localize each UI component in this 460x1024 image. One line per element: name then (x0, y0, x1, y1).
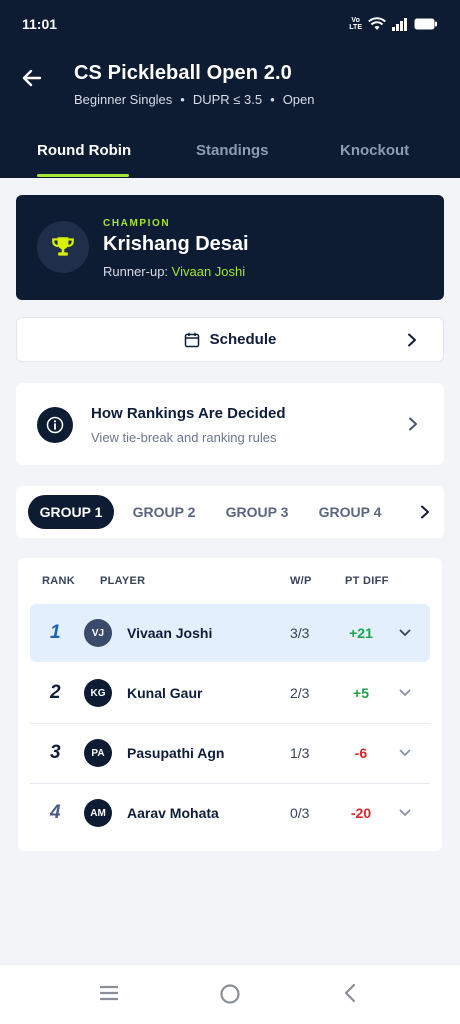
player-name: Vivaan Joshi (127, 625, 213, 641)
trophy-icon (52, 237, 74, 256)
champion-name: Krishang Desai (103, 233, 249, 255)
column-header-rank: RANK (42, 575, 75, 587)
calendar-icon (184, 332, 199, 347)
win-played: 3/3 (290, 625, 310, 641)
group-selector: GROUP 1 GROUP 2 GROUP 3 GROUP 4 (16, 486, 444, 538)
tournament-title: CS Pickleball Open 2.0 (74, 62, 292, 84)
champion-label: CHAMPION (103, 218, 171, 229)
status-icons: Vo LTE (349, 17, 438, 31)
champion-card: CHAMPION Krishang Desai Runner-up: Vivaa… (16, 195, 444, 300)
point-diff: -20 (350, 805, 372, 821)
row-divider (30, 723, 430, 724)
menu-icon[interactable] (99, 983, 119, 1003)
tab-standings[interactable]: Standings (196, 142, 269, 159)
runner-up: Runner-up: Vivaan Joshi (103, 264, 245, 279)
point-diff: +5 (353, 685, 369, 701)
group-tab-1[interactable]: GROUP 1 (28, 495, 114, 529)
table-row[interactable]: 3 PA Pasupathi Agn 1/3 -6 (30, 723, 430, 782)
rank-number: 2 (50, 682, 61, 703)
player-name: Aarav Mohata (127, 805, 219, 821)
home-circle-icon[interactable] (219, 983, 241, 1005)
title-bar: CS Pickleball Open 2.0 Beginner Singles •… (0, 60, 460, 112)
scroll-right-chevron-icon[interactable] (420, 505, 430, 519)
status-text: Open (282, 92, 315, 107)
point-diff: +21 (349, 625, 373, 641)
chevron-right-icon (408, 333, 416, 346)
runner-up-name: Vivaan Joshi (171, 264, 246, 279)
avatar: VJ (84, 619, 112, 647)
group-tab-2[interactable]: GROUP 2 (127, 495, 201, 529)
chevron-down-icon[interactable] (399, 749, 411, 757)
schedule-button[interactable]: Schedule (16, 317, 444, 362)
rankings-title: How Rankings Are Decided (91, 405, 286, 422)
wifi-icon (368, 17, 386, 30)
tab-bar: Round Robin Standings Knockout (0, 136, 460, 178)
group-tab-4[interactable]: GROUP 4 (313, 495, 387, 529)
column-header-player: PLAYER (100, 575, 146, 587)
standings-table: RANK PLAYER W/P PT DIFF 1 VJ Vivaan Josh… (18, 558, 442, 851)
tab-knockout[interactable]: Knockout (340, 142, 409, 159)
category-text: Beginner Singles (74, 92, 173, 107)
chevron-down-icon[interactable] (399, 629, 411, 637)
win-played: 2/3 (290, 685, 310, 701)
status-bar: 11:01 Vo LTE (0, 0, 460, 48)
avatar: PA (84, 739, 112, 767)
avatar: AM (84, 799, 112, 827)
rank-number: 4 (50, 802, 61, 823)
group-tab-3[interactable]: GROUP 3 (220, 495, 294, 529)
chevron-down-icon[interactable] (399, 689, 411, 697)
network-icon: Vo LTE (349, 17, 362, 31)
back-chevron-icon[interactable] (342, 983, 358, 1003)
system-nav-bar (0, 964, 460, 1024)
trophy-badge (37, 221, 89, 273)
rankings-info-card[interactable]: How Rankings Are Decided View tie-break … (16, 383, 444, 465)
schedule-label: Schedule (209, 331, 277, 348)
table-row[interactable]: 2 KG Kunal Gaur 2/3 +5 (30, 664, 430, 722)
rank-number: 3 (50, 742, 61, 763)
chevron-right-icon (409, 417, 417, 431)
info-icon (46, 416, 64, 434)
rating-text: DUPR ≤ 3.5 (192, 92, 263, 107)
app-header: 11:01 Vo LTE CS Pickleball Open 2.0 Begin… (0, 0, 460, 178)
tab-round-robin[interactable]: Round Robin (37, 142, 131, 159)
status-time: 11:01 (22, 16, 58, 32)
runner-up-label: Runner-up: (103, 264, 169, 279)
active-tab-indicator (37, 174, 129, 177)
player-name: Pasupathi Agn (127, 745, 225, 761)
battery-icon (414, 18, 437, 30)
player-name: Kunal Gaur (127, 685, 203, 701)
avatar: KG (84, 679, 112, 707)
win-played: 1/3 (290, 745, 310, 761)
signal-icon (392, 17, 407, 31)
column-header-wp: W/P (290, 575, 312, 587)
column-header-pt-diff: PT DIFF (345, 575, 389, 587)
table-row[interactable]: 4 AM Aarav Mohata 0/3 -20 (30, 783, 430, 842)
table-row[interactable]: 1 VJ Vivaan Joshi 3/3 +21 (30, 604, 430, 662)
chevron-down-icon[interactable] (399, 809, 411, 817)
info-badge (37, 407, 73, 443)
tournament-subtitle: Beginner Singles • DUPR ≤ 3.5 • Open (74, 92, 315, 107)
row-divider (30, 783, 430, 784)
back-arrow-icon[interactable] (20, 66, 44, 90)
rank-number: 1 (50, 622, 61, 643)
point-diff: -6 (354, 745, 368, 761)
win-played: 0/3 (290, 805, 310, 821)
rankings-subtitle: View tie-break and ranking rules (91, 430, 277, 445)
